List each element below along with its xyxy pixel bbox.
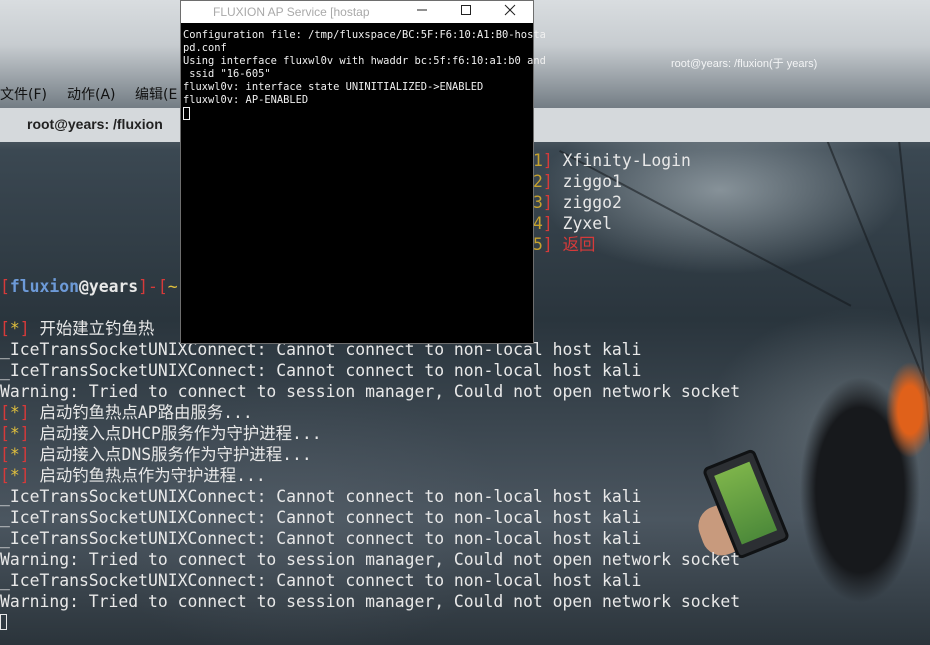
info-line: [*] 启动钓鱼热点AP路由服务... <box>0 403 253 422</box>
option-item: 4] Zyxel <box>533 214 612 233</box>
option-label: ziggo2 <box>562 193 622 212</box>
xterm-line: Using interface fluxwl0v with hwaddr bc:… <box>183 55 546 67</box>
info-line: [*] 启动接入点DHCP服务作为守护进程... <box>0 424 322 443</box>
minimize-button[interactable] <box>399 1 445 23</box>
menu-action[interactable]: 动作(A) <box>67 84 116 104</box>
prompt-dir: ~ <box>167 277 178 296</box>
option-item: 2] ziggo1 <box>533 172 622 191</box>
output-line: _IceTransSocketUNIXConnect: Cannot conne… <box>0 508 642 527</box>
minimize-icon <box>417 9 427 11</box>
xterm-line: pd.conf <box>183 42 227 54</box>
output-line: _IceTransSocketUNIXConnect: Cannot conne… <box>0 487 642 506</box>
output-line: _IceTransSocketUNIXConnect: Cannot conne… <box>0 361 642 380</box>
option-label: Zyxel <box>562 214 612 233</box>
maximize-icon <box>461 5 471 15</box>
output-line: _IceTransSocketUNIXConnect: Cannot conne… <box>0 571 642 590</box>
option-number: 1 <box>533 151 543 170</box>
xterm-cursor <box>183 107 190 120</box>
xterm-line: fluxwl0v: AP-ENABLED <box>183 94 309 106</box>
option-number: 2 <box>533 172 543 191</box>
option-label: ziggo1 <box>562 172 622 191</box>
xterm-line: fluxwl0v: interface state UNINITIALIZED-… <box>183 81 484 93</box>
option-item: 5] 返回 <box>533 235 596 254</box>
xterm-output[interactable]: Configuration file: /tmp/fluxspace/BC:5F… <box>183 29 546 122</box>
close-button[interactable] <box>487 1 533 23</box>
xterm-line: Configuration file: /tmp/fluxspace/BC:5F… <box>183 29 546 41</box>
close-icon <box>504 4 516 16</box>
wallpaper-scarf <box>880 350 930 480</box>
option-number: 3 <box>533 193 543 212</box>
info-line: [*] 启动接入点DNS服务作为守护进程... <box>0 445 312 464</box>
output-line: Warning: Tried to connect to session man… <box>0 382 741 401</box>
option-label: 返回 <box>562 235 596 254</box>
output-line: Warning: Tried to connect to session man… <box>0 592 741 611</box>
xterm-title: FLUXION AP Service [hostap <box>213 5 370 19</box>
output-line: _IceTransSocketUNIXConnect: Cannot conne… <box>0 529 642 548</box>
background-window-title: root@years: /fluxion(于 years) <box>671 58 818 70</box>
option-label: Xfinity-Login <box>562 151 691 170</box>
info-line: [*] 启动钓鱼热点作为守护进程... <box>0 466 266 485</box>
xterm-window[interactable]: FLUXION AP Service [hostap Configuration… <box>180 0 546 344</box>
xterm-titlebar[interactable]: FLUXION AP Service [hostap <box>181 1 533 23</box>
menu-edit[interactable]: 编辑(E <box>135 84 177 104</box>
output-line: Warning: Tried to connect to session man… <box>0 550 741 569</box>
prompt-user: fluxion <box>9 277 79 296</box>
prompt-host: years <box>88 277 139 296</box>
tab-title[interactable]: root@years: /fluxion <box>27 116 163 132</box>
option-number: 4 <box>533 214 543 233</box>
maximize-button[interactable] <box>443 1 489 23</box>
xterm-line: ssid "16-605" <box>183 68 271 80</box>
menu-file[interactable]: 文件(F) <box>0 84 47 104</box>
option-number: 5 <box>533 235 543 254</box>
option-item: 1] Xfinity-Login <box>533 151 691 170</box>
option-item: 3] ziggo2 <box>533 193 622 212</box>
info-line: [*] 开始建立钓鱼热 <box>0 319 155 338</box>
terminal-cursor <box>0 614 7 630</box>
shell-prompt: [fluxion@years]-[~ <box>0 277 178 296</box>
